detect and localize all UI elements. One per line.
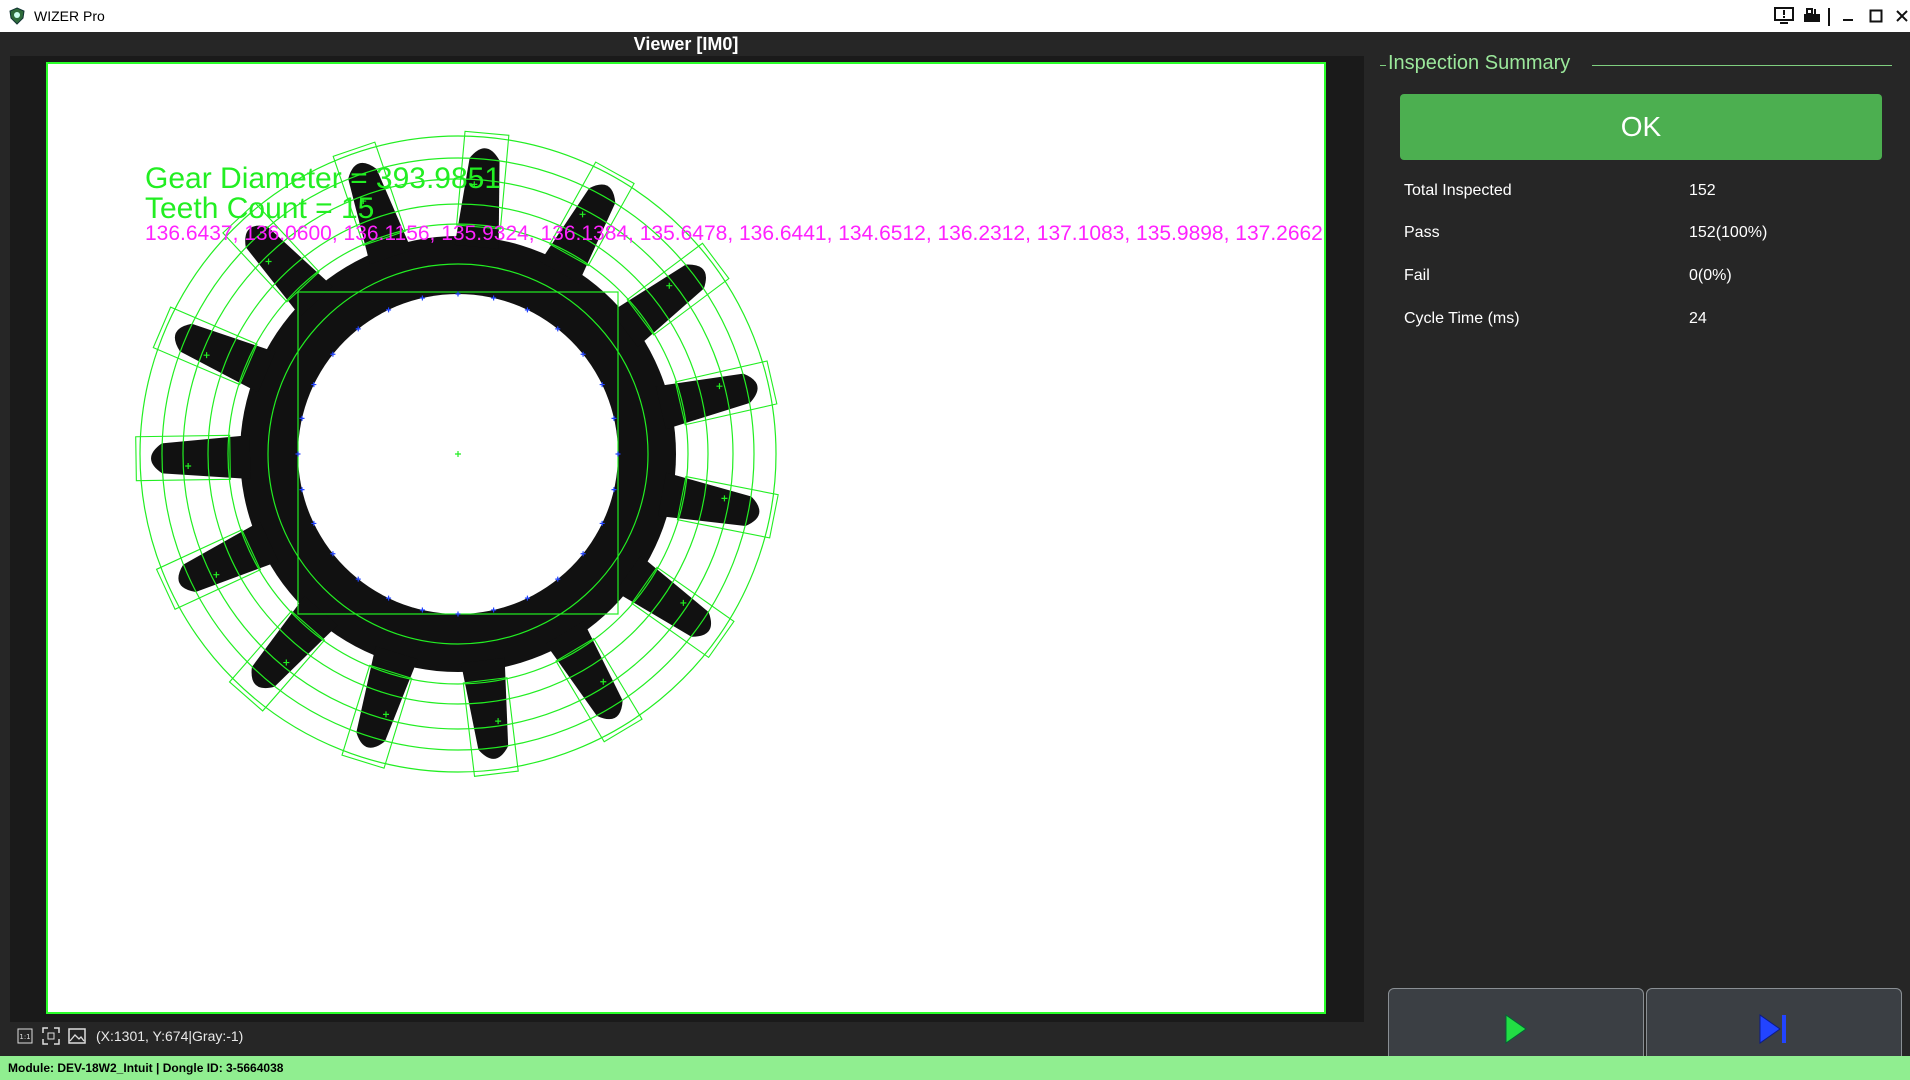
actual-size-icon[interactable]: 1:1 — [14, 1026, 36, 1046]
stat-value: 152 — [1689, 182, 1716, 199]
titlebar-divider — [1828, 8, 1830, 26]
stat-label: Cycle Time (ms) — [1404, 310, 1520, 327]
measurement-values-label: 136.6437, 136.0600, 136.1156, 135.9324, … — [145, 222, 1326, 245]
viewer-toolbar: 1:1 (X:1301, Y:674|Gray:-1) — [10, 1022, 1364, 1050]
stat-row-cycle-time: Cycle Time (ms) 24 — [1404, 304, 1884, 334]
step-forward-icon — [1759, 1014, 1786, 1044]
gear-diameter-label: Gear Diameter = 393.9851 — [145, 162, 502, 195]
fit-window-icon[interactable] — [40, 1026, 62, 1046]
close-icon[interactable] — [1890, 4, 1910, 28]
title-bar: WIZER Pro — [0, 0, 1910, 33]
svg-text:1:1: 1:1 — [19, 1033, 30, 1041]
inspection-summary-title: Inspection Summary — [1388, 52, 1571, 74]
stat-value: 152(100%) — [1689, 224, 1768, 241]
wizer-logo-icon — [9, 7, 25, 25]
stat-row-total-inspected: Total Inspected 152 — [1404, 176, 1884, 206]
image-canvas[interactable]: Gear Diameter = 393.9851 Teeth Count = 1… — [46, 62, 1326, 1014]
maximize-icon[interactable] — [1864, 4, 1888, 28]
minimize-icon[interactable] — [1836, 4, 1860, 28]
gear-tooth — [460, 657, 509, 759]
image-icon[interactable] — [66, 1026, 88, 1046]
viewer-header: Viewer [IM0] — [0, 32, 1372, 56]
gear-tooth — [356, 646, 418, 748]
app-window: WIZER Pro Viewer [IM0] Gear Diameter = 3… — [0, 0, 1910, 1080]
monitor-alert-icon[interactable] — [1772, 4, 1796, 28]
group-border-right — [1592, 65, 1892, 66]
status-text: Module: DEV-18W2_Intuit | Dongle ID: 3-5… — [8, 1061, 284, 1075]
play-icon — [1505, 1014, 1527, 1044]
gear-tooth — [151, 435, 251, 480]
status-bar: Module: DEV-18W2_Intuit | Dongle ID: 3-5… — [0, 1056, 1910, 1080]
stat-row-fail: Fail 0(0%) — [1404, 261, 1884, 291]
group-border-left — [1380, 65, 1386, 66]
inspection-summary-panel: Inspection Summary OK Total Inspected 15… — [1372, 32, 1910, 1070]
stat-row-pass: Pass 152(100%) — [1404, 218, 1884, 248]
app-title: WIZER Pro — [34, 8, 105, 24]
inspection-result-badge: OK — [1400, 94, 1882, 160]
stat-value: 0(0%) — [1689, 267, 1732, 284]
gear-tooth — [655, 373, 758, 430]
gear-tooth — [174, 323, 276, 393]
stat-label: Pass — [1404, 224, 1440, 241]
gear-tooth — [178, 521, 279, 592]
cursor-coordinates: (X:1301, Y:674|Gray:-1) — [96, 1028, 244, 1044]
stat-label: Total Inspected — [1404, 182, 1512, 199]
device-icon[interactable] — [1800, 4, 1824, 28]
teeth-count-label: Teeth Count = 15 — [145, 192, 375, 225]
stat-value: 24 — [1689, 310, 1707, 327]
stat-label: Fail — [1404, 267, 1430, 284]
